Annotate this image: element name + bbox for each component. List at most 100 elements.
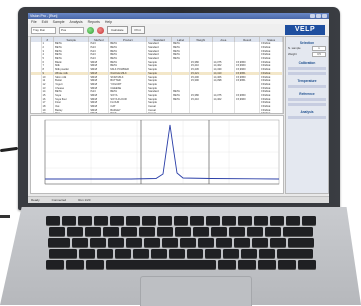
key[interactable] [133,249,149,258]
key[interactable] [115,249,131,258]
key[interactable] [198,238,214,247]
key[interactable] [211,227,227,236]
keyboard [32,216,330,272]
calculate-button[interactable]: Calculate [107,26,128,34]
key[interactable] [206,216,220,225]
start-icon[interactable] [87,26,94,34]
key[interactable] [238,260,256,269]
key[interactable] [175,227,191,236]
key[interactable] [254,216,268,225]
key[interactable] [86,260,104,269]
key[interactable] [67,227,83,236]
table-cell: RICE [108,112,148,113]
key[interactable] [49,249,77,258]
key[interactable] [288,238,314,247]
key[interactable] [238,216,252,225]
key[interactable] [241,249,257,258]
menu-help[interactable]: Help [105,20,112,24]
position-field[interactable]: Pos [59,26,84,34]
key[interactable] [49,227,65,236]
table-cell [212,112,236,113]
key[interactable] [258,260,276,269]
menu-reports[interactable]: Reports [88,20,100,24]
key[interactable] [174,216,188,225]
window-title: Vision Pro - [Run] [30,14,58,18]
key[interactable] [85,227,101,236]
maximize-button[interactable] [316,14,321,18]
laptop-screen: Vision Pro - [Run] File Edit Sample Anal… [28,13,329,203]
key[interactable] [223,249,239,258]
key[interactable] [252,238,268,247]
table-cell: FINALE [259,112,283,113]
key[interactable] [142,216,156,225]
key[interactable] [169,249,185,258]
print-button[interactable]: Print [130,26,145,34]
stop-icon[interactable] [97,26,104,34]
weight-value-field[interactable]: 0,5 [312,52,326,57]
key[interactable] [265,227,281,236]
key[interactable] [270,238,286,247]
key[interactable] [229,227,245,236]
key[interactable] [157,227,173,236]
tray-run-field[interactable]: Tray Run [31,26,56,34]
key[interactable] [278,260,296,269]
key[interactable] [121,227,137,236]
key[interactable] [180,238,196,247]
key[interactable] [190,216,204,225]
key[interactable] [110,216,124,225]
side-section-analysis: Analysis [300,110,314,114]
close-button[interactable] [322,14,327,18]
chromatogram-svg [44,119,280,185]
key[interactable] [79,249,95,258]
key[interactable] [286,216,300,225]
menu-file[interactable]: File [31,20,37,24]
key[interactable] [151,249,167,258]
key[interactable] [218,260,236,269]
key[interactable] [298,260,316,269]
key[interactable] [158,216,172,225]
key[interactable] [48,238,70,247]
key[interactable] [283,227,313,236]
menu-analysis[interactable]: Analysis [70,20,83,24]
samples-value-field[interactable]: 1 [312,46,326,51]
table-row[interactable]: 8 Milk powder SM18 MILK POWDER Sample 15,436 1… [31,67,283,72]
key[interactable] [46,216,60,225]
menu-edit[interactable]: Edit [42,20,48,24]
key[interactable] [139,227,155,236]
key[interactable] [277,249,313,258]
key[interactable] [103,227,119,236]
key[interactable] [62,216,76,225]
touchpad[interactable] [140,276,252,306]
key[interactable] [72,238,88,247]
key[interactable] [234,238,250,247]
table-row[interactable]: 20 Rice SM18 RICE Cereal FINALE [31,112,283,113]
key[interactable] [193,227,209,236]
key[interactable] [144,238,160,247]
key[interactable] [222,216,236,225]
calibration-bar-2 [288,72,326,75]
key[interactable] [216,238,232,247]
key[interactable] [187,249,203,258]
key[interactable] [247,227,263,236]
key[interactable] [66,260,84,269]
key[interactable] [108,238,124,247]
key[interactable] [126,216,140,225]
key[interactable] [270,216,284,225]
key[interactable] [97,249,113,258]
table-cell: Cereal [146,112,173,113]
table-cell [234,112,261,113]
key[interactable] [46,260,64,269]
key[interactable] [106,260,216,269]
key[interactable] [302,216,316,225]
minimize-button[interactable] [310,14,315,18]
key[interactable] [78,216,92,225]
key[interactable] [205,249,221,258]
key[interactable] [259,249,275,258]
key[interactable] [94,216,108,225]
menu-sample[interactable]: Sample [53,20,65,24]
key[interactable] [90,238,106,247]
laptop-lid: Vision Pro - [Run] File Edit Sample Anal… [18,7,340,210]
key[interactable] [126,238,142,247]
key[interactable] [162,238,178,247]
side-section-reference: Reference [299,92,315,96]
